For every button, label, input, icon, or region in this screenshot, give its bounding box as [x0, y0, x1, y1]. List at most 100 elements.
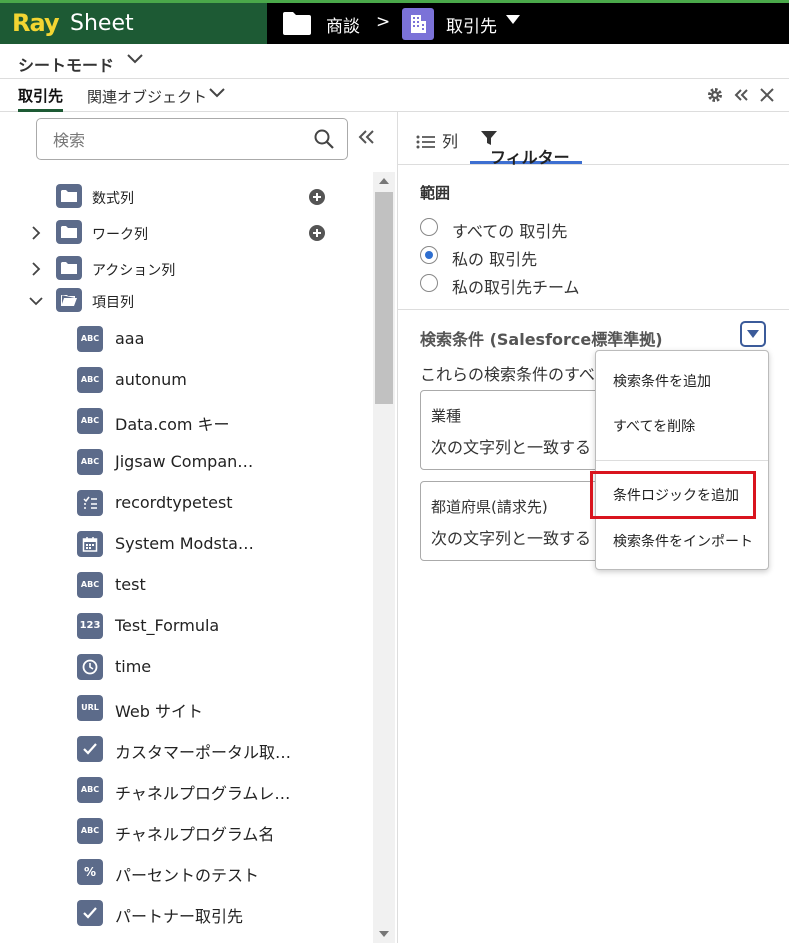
tree-field-label: パーセントのテスト — [115, 866, 260, 885]
radio-button[interactable] — [420, 218, 438, 236]
tree-field-item[interactable]: カスタマーポータル取… — [0, 730, 370, 771]
search-input[interactable] — [51, 127, 305, 153]
tree-folder-label: 数式列 — [92, 191, 134, 207]
scroll-down-arrow-icon[interactable] — [379, 931, 389, 937]
folder-icon — [56, 256, 82, 280]
menu-item-delete-all[interactable]: すべてを削除 — [596, 406, 768, 446]
tree-field-item[interactable]: % パーセントのテスト — [0, 853, 370, 894]
menu-item-add-logic[interactable]: 条件ロジックを追加 — [590, 471, 756, 519]
text-field-icon: ABC — [77, 449, 103, 475]
text-field-icon: ABC — [77, 367, 103, 393]
gear-icon[interactable] — [706, 86, 724, 104]
criteria-title: 検索条件 (Salesforce標準準拠) — [420, 330, 663, 349]
tree-field-label: チャネルプログラム名 — [115, 825, 275, 844]
mode-bar: シートモード — [0, 44, 789, 79]
search-icon[interactable] — [313, 128, 335, 150]
tree-field-item[interactable]: ABC autonum — [0, 361, 370, 402]
list-icon — [416, 135, 435, 149]
tree-folder-formula[interactable]: 数式列 — [0, 182, 370, 212]
folder-open-icon — [56, 288, 82, 312]
menu-item-label: すべてを削除 — [613, 419, 696, 435]
tree-field-label: Data.com キー — [115, 415, 230, 434]
add-circle-icon[interactable] — [309, 225, 325, 241]
tree-field-label: recordtypetest — [115, 493, 233, 512]
tree-field-item[interactable]: time — [0, 648, 370, 689]
tree-folder-label: ワーク列 — [92, 227, 148, 243]
tree-folder-label: 項目列 — [92, 295, 134, 311]
radio-button[interactable] — [420, 274, 438, 292]
number-field-icon: 123 — [77, 613, 103, 639]
folder-icon — [56, 184, 82, 208]
chevron-down-icon[interactable] — [126, 52, 144, 66]
criteria-operator: 次の文字列と一致する — [431, 438, 592, 457]
close-icon[interactable] — [758, 86, 776, 104]
caret-down-icon[interactable] — [506, 15, 520, 24]
tree-field-label: autonum — [115, 370, 187, 389]
scope-title: 範囲 — [420, 184, 451, 202]
chevron-right-icon[interactable] — [28, 261, 44, 277]
field-tree: 数式列 ワーク列 アクション列 項目列 ABC aaa ABC autonum — [0, 172, 370, 943]
tree-folder-fields[interactable]: 項目列 — [0, 286, 370, 316]
chevron-down-icon[interactable] — [28, 293, 44, 309]
double-chevron-left-icon[interactable] — [356, 128, 376, 146]
tab-filter-label: フィルター — [490, 148, 570, 167]
tree-field-item[interactable]: ABC test — [0, 566, 370, 607]
tab-columns-label: 列 — [442, 132, 459, 151]
tree-field-label: Jigsaw Compan… — [115, 452, 254, 471]
tree-field-label: aaa — [115, 329, 145, 348]
clock-icon — [77, 654, 103, 680]
tree-field-label: Test_Formula — [115, 616, 220, 635]
tab-filter[interactable]: フィルター — [470, 112, 582, 167]
tree-field-item[interactable]: ABC チャネルプログラムレ… — [0, 771, 370, 812]
tree-folder-work[interactable]: ワーク列 — [0, 218, 370, 248]
menu-item-import-criteria[interactable]: 検索条件をインポート — [596, 521, 768, 561]
tree-field-item[interactable]: System Modsta… — [0, 525, 370, 566]
chevron-right-icon[interactable] — [28, 225, 44, 241]
percent-field-icon: % — [77, 859, 103, 885]
top-bar: Ray Sheet 商談 > 取引先 — [0, 0, 789, 44]
menu-item-add-criteria[interactable]: 検索条件を追加 — [596, 361, 768, 401]
sheet-mode-label[interactable]: シートモード — [18, 52, 114, 76]
url-field-icon: URL — [77, 695, 103, 721]
menu-separator — [596, 460, 768, 461]
criteria-menu-toggle[interactable] — [740, 321, 766, 347]
breadcrumb-current[interactable]: 取引先 — [446, 12, 497, 37]
tree-field-item[interactable]: ABC Data.com キー — [0, 402, 370, 443]
tree-folder-label: アクション列 — [92, 263, 176, 279]
tab-account[interactable]: 取引先 — [18, 85, 64, 112]
criteria-card[interactable]: 業種 次の文字列と一致する — [420, 390, 622, 470]
add-circle-icon[interactable] — [309, 189, 325, 205]
criteria-card[interactable]: 都道府県(請求先) 次の文字列と一致する — [420, 481, 622, 561]
radio-label: 私の取引先チーム — [452, 278, 580, 297]
tree-field-item[interactable]: パートナー取引先 — [0, 894, 370, 935]
scrollbar-thumb[interactable] — [375, 192, 393, 404]
criteria-dropdown-menu: 検索条件を追加 すべてを削除 条件ロジックを追加 検索条件をインポート — [590, 350, 769, 570]
tree-field-item[interactable]: ABC チャネルプログラム名 — [0, 812, 370, 853]
radio-button-selected[interactable] — [420, 246, 438, 264]
tab-related-objects[interactable]: 関連オブジェクト — [87, 86, 207, 107]
text-field-icon: ABC — [77, 572, 103, 598]
logo-ray-text: Ray — [12, 9, 60, 37]
tree-field-label: パートナー取引先 — [115, 907, 244, 926]
tree-scrollbar[interactable] — [373, 172, 395, 943]
tree-folder-action[interactable]: アクション列 — [0, 254, 370, 284]
checkbox-icon — [77, 736, 103, 762]
tree-field-item[interactable]: ABC Jigsaw Compan… — [0, 443, 370, 484]
tab-columns[interactable]: 列 — [416, 128, 458, 152]
right-tab-bar: 列 フィルター — [398, 112, 789, 167]
scroll-up-arrow-icon[interactable] — [379, 178, 389, 184]
tree-field-item[interactable]: 123 Test_Formula — [0, 607, 370, 648]
checkbox-icon — [77, 900, 103, 926]
radio-label: 私の 取引先 — [452, 250, 538, 269]
tree-field-item[interactable]: ABC aaa — [0, 320, 370, 361]
tree-field-label: Web サイト — [115, 702, 203, 721]
breadcrumb-parent[interactable]: 商談 — [326, 12, 360, 37]
tree-field-item[interactable]: URL Web サイト — [0, 689, 370, 730]
menu-item-label: 条件ロジックを追加 — [613, 488, 739, 504]
double-chevron-left-icon[interactable] — [732, 86, 750, 104]
tree-field-label: カスタマーポータル取… — [115, 743, 292, 762]
tree-field-item[interactable]: recordtypetest — [0, 484, 370, 525]
picklist-icon — [77, 490, 103, 516]
chevron-down-icon[interactable] — [208, 86, 226, 100]
search-box — [36, 118, 348, 160]
